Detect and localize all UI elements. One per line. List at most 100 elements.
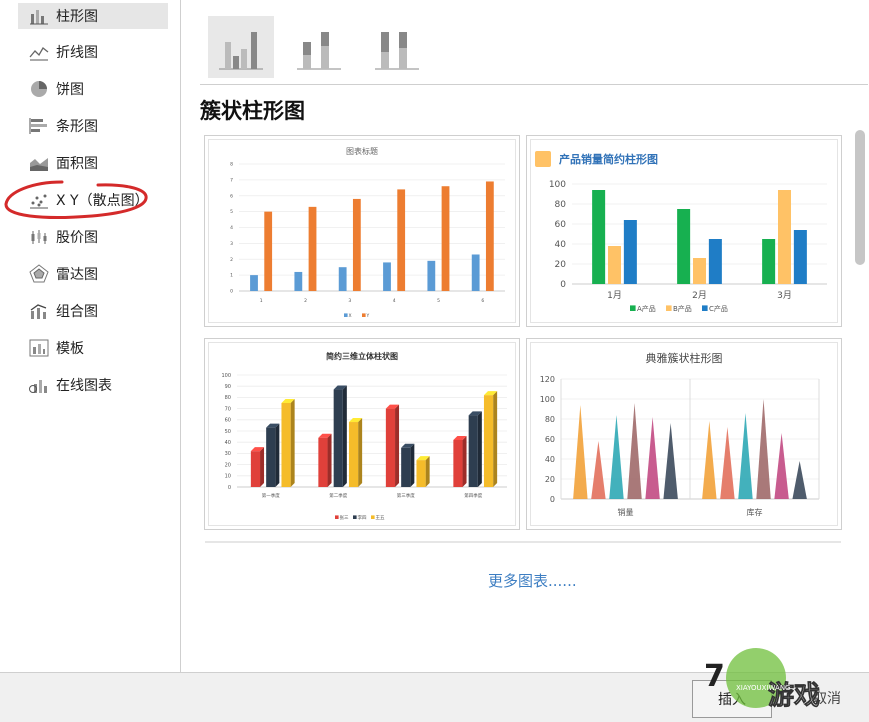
sidebar-item-label: 折线图 [56, 45, 98, 61]
chart-default-clustered: 图表标题 0 1 2 3 4 5 6 7 8 1 2 3 4 5 6 X Y [230, 146, 505, 319]
sidebar-item-combo[interactable]: 组合图 [18, 298, 168, 324]
x-tick-label: 库存 [747, 507, 763, 517]
sidebar-item-area[interactable]: 面积图 [18, 150, 168, 176]
bar [609, 415, 624, 499]
legend-label: C产品 [709, 304, 728, 313]
area-chart-icon [28, 153, 50, 173]
bar [348, 422, 359, 487]
y-tick-label: 6 [230, 193, 233, 199]
template-thumbnail-1[interactable]: 图表标题 0 1 2 3 4 5 6 7 8 1 2 3 4 5 6 X Y [204, 135, 520, 327]
y-tick-label: 0 [550, 495, 555, 504]
bar [338, 267, 347, 291]
gallery-scrollbar[interactable] [855, 130, 865, 265]
template-thumbnail-2[interactable]: 产品销量简约柱形图 0 20 40 60 80 100 1月 2月 3月 A产品 B产品 C产品 [526, 135, 842, 327]
clustered-column-subtype[interactable] [208, 16, 274, 78]
legend-swatch [344, 313, 348, 317]
sidebar-item-line[interactable]: 折线图 [18, 39, 168, 65]
y-tick-label: 60 [545, 435, 555, 444]
sidebar-item-label: 柱形图 [56, 9, 98, 25]
bar [318, 437, 328, 487]
bar [592, 190, 606, 284]
more-charts-link[interactable]: 更多图表...... [488, 570, 577, 591]
chart-elegant-cluster: 典雅簇状柱形图 0 20 40 60 80 100 120 销量 库存 [540, 351, 820, 517]
sidebar-item-stock[interactable]: 股价图 [18, 224, 168, 250]
sidebar-item-label: 面积图 [56, 156, 98, 172]
y-tick-label: 100 [540, 395, 555, 404]
legend-label: X [349, 313, 352, 319]
bar [383, 262, 391, 291]
x-tick-label: 第二季度 [329, 492, 347, 499]
y-tick-label: 20 [555, 260, 567, 270]
stacked-column-icon [297, 32, 341, 70]
y-tick-label: 80 [225, 395, 231, 401]
bar [401, 447, 411, 487]
sidebar-item-label: 组合图 [56, 304, 98, 320]
bar [607, 246, 622, 284]
sidebar-item-online[interactable]: 在线图表 [18, 372, 168, 398]
x-tick-label: 3 [348, 298, 351, 304]
sidebar-item-template[interactable]: 模板 [18, 335, 168, 361]
sidebar-item-radar[interactable]: 雷达图 [18, 261, 168, 287]
legend-label: 张三 [340, 514, 349, 521]
sidebar-item-column[interactable]: 柱形图 [18, 3, 168, 29]
bar [453, 439, 463, 487]
percent-stacked-column-icon [375, 32, 419, 70]
bar [416, 460, 426, 487]
legend-label: B产品 [673, 304, 692, 313]
percent-stacked-column-subtype[interactable] [364, 16, 430, 78]
bar [266, 427, 276, 487]
sidebar-item-pie[interactable]: 饼图 [18, 76, 168, 102]
y-tick-label: 7 [230, 177, 233, 183]
combo-chart-icon [28, 301, 50, 321]
bar [427, 260, 436, 291]
clustered-column-icon [219, 32, 263, 70]
x-tick-label: 1 [260, 298, 263, 304]
y-tick-label: 60 [555, 220, 567, 230]
y-tick-label: 4 [230, 225, 233, 231]
y-tick-label: 8 [230, 162, 233, 168]
template-thumbnail-3[interactable]: 简约三维立体柱状图 0 10 20 30 40 50 60 70 80 90 100 第一季度 第二季度 第… [204, 338, 520, 530]
legend-swatch [371, 515, 375, 519]
bar [720, 427, 735, 499]
y-tick-label: 80 [545, 415, 555, 424]
stacked-column-subtype[interactable] [286, 16, 352, 78]
subtype-divider [200, 84, 868, 85]
y-tick-label: 80 [555, 200, 567, 210]
legend-label: A产品 [637, 304, 656, 313]
sidebar-item-bar[interactable]: 条形图 [18, 113, 168, 139]
bar-side [395, 404, 400, 487]
bar-side [462, 435, 467, 487]
x-tick-label: 第一季度 [262, 492, 280, 499]
bar-side [477, 411, 482, 487]
online-chart-icon [28, 375, 50, 395]
legend-swatch [702, 305, 708, 311]
y-tick-label: 70 [225, 406, 231, 412]
y-tick-label: 60 [225, 418, 231, 424]
bar [294, 271, 303, 291]
bar-side [425, 456, 430, 487]
y-tick-label: 120 [540, 375, 555, 384]
bar [623, 220, 637, 284]
radar-chart-icon [28, 264, 50, 284]
bar [264, 211, 273, 291]
chart-title: 图表标题 [346, 146, 378, 156]
line-chart-icon [28, 42, 50, 62]
x-tick-label: 2月 [692, 290, 707, 301]
bar [281, 403, 291, 487]
bar [250, 275, 258, 291]
bar-side [275, 423, 280, 487]
template-thumbnail-4[interactable]: 典雅簇状柱形图 0 20 40 60 80 100 120 销量 库存 [526, 338, 842, 530]
bar-side [290, 399, 295, 487]
y-tick-label: 2 [230, 257, 233, 263]
bar [774, 433, 789, 499]
pie-chart-icon [28, 79, 50, 99]
red-annotation-circle [4, 180, 148, 219]
legend-swatch [666, 305, 672, 311]
bar [250, 451, 261, 487]
x-tick-label: 第四季度 [464, 492, 482, 499]
bar-side [327, 433, 332, 487]
bar [441, 186, 450, 291]
watermark-sub: XIAYOUXIWANG [736, 684, 790, 692]
chart-3d-column: 简约三维立体柱状图 0 10 20 30 40 50 60 70 80 90 100 第一季度 第二季度 第… [221, 351, 507, 521]
bar-side [342, 385, 347, 487]
